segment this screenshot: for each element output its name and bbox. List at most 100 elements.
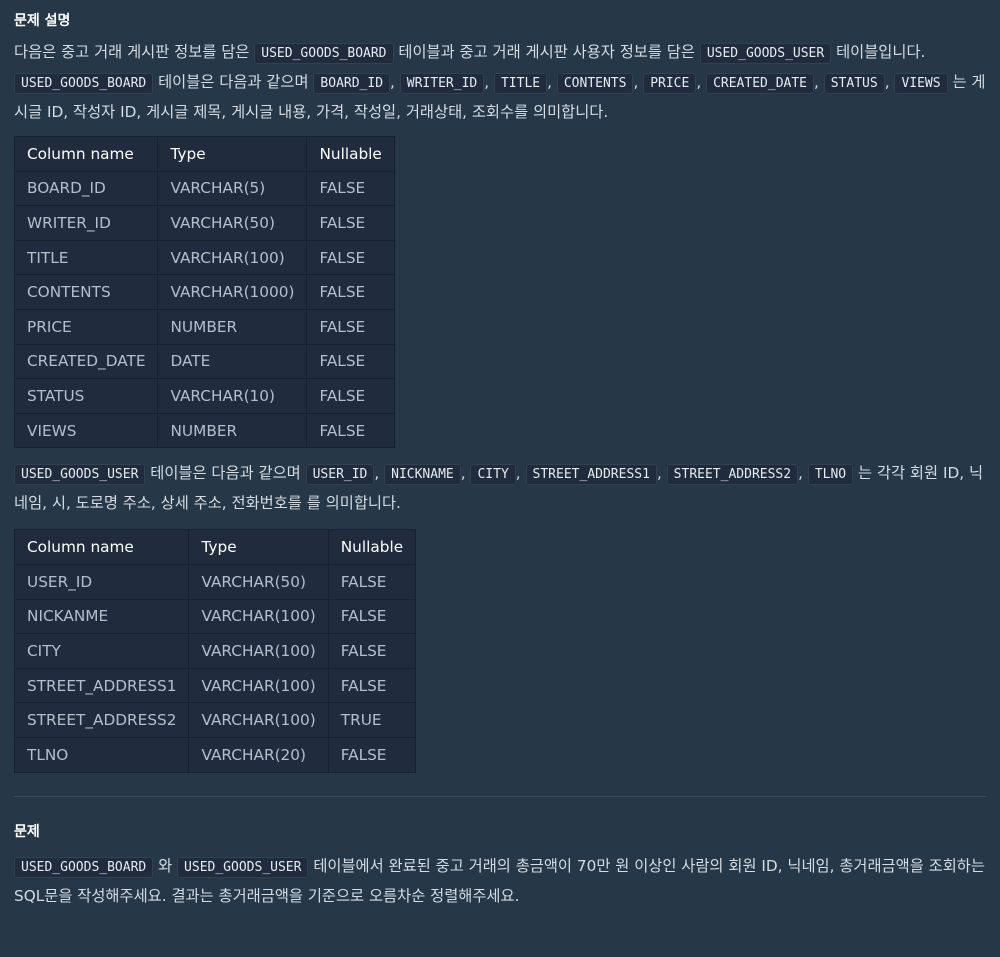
table-cell: BOARD_ID	[13, 170, 159, 207]
problem-paragraph: USED_GOODS_BOARD 와 USED_GOODS_USER 테이블에서…	[14, 852, 986, 911]
table-cell: USER_ID	[13, 563, 190, 600]
separator: ,	[814, 73, 824, 91]
intro-text: 테이블과 중고 거래 게시판 사용자 정보를 담은	[393, 43, 700, 61]
table-cell: CITY	[13, 633, 190, 669]
intro-text: 다음은 중고 거래 게시판 정보를 담은	[14, 43, 255, 61]
user-desc-text: 테이블은 다음과 같으며	[145, 464, 306, 483]
table-cell: TRUE	[327, 702, 417, 738]
table-row: TLNO VARCHAR(20) FALSE	[13, 736, 417, 773]
table-cell: VIEWS	[13, 412, 159, 449]
code-status: STATUS	[823, 73, 885, 94]
code-city: CITY	[470, 464, 516, 486]
intro-text: 테이블입니다.	[831, 43, 926, 61]
column-header: Column name	[13, 529, 190, 565]
table-cell: FALSE	[327, 736, 417, 773]
table-cell: STREET_ADDRESS2	[13, 702, 190, 738]
column-header: Nullable	[327, 529, 417, 565]
code-board-id: BOARD_ID	[313, 73, 391, 94]
problem-page: 문제 설명 다음은 중고 거래 게시판 정보를 담은 USED_GOODS_BO…	[0, 11, 1000, 911]
table-row: VIEWS NUMBER FALSE	[13, 412, 395, 449]
table-cell: FALSE	[306, 205, 395, 241]
table-cell: NUMBER	[157, 412, 308, 449]
table-cell: VARCHAR(5)	[157, 170, 308, 207]
table-row: USER_ID VARCHAR(50) FALSE	[13, 563, 417, 600]
table-cell: CREATED_DATE	[13, 343, 159, 380]
table-row: NICKANME VARCHAR(100) FALSE	[13, 598, 417, 635]
code-street-address2: STREET_ADDRESS2	[666, 464, 799, 486]
section-divider	[14, 795, 986, 797]
table-row: STREET_ADDRESS2 VARCHAR(100) TRUE	[13, 702, 417, 738]
problem-heading: 문제	[14, 823, 40, 840]
intro-paragraph: 다음은 중고 거래 게시판 정보를 담은 USED_GOODS_BOARD 테이…	[14, 38, 986, 127]
table-cell: TLNO	[13, 736, 190, 773]
table-cell: CONTENTS	[13, 274, 159, 310]
separator: ,	[633, 73, 644, 91]
code-tlno: TLNO	[807, 464, 854, 486]
problem-text: 와	[153, 856, 178, 875]
table-cell: FALSE	[306, 343, 395, 380]
table-cell: FALSE	[306, 308, 395, 345]
table-cell: VARCHAR(20)	[188, 736, 329, 773]
table-cell: NUMBER	[157, 308, 308, 345]
code-used-goods-user: USED_GOODS_USER	[699, 43, 832, 64]
user-schema-table: Column name Type Nullable USER_ID VARCHAR…	[13, 529, 417, 773]
separator: ,	[798, 464, 808, 483]
table-cell: FALSE	[327, 667, 417, 704]
table-row: CREATED_DATE DATE FALSE	[13, 343, 395, 380]
separator: ,	[374, 464, 385, 483]
table-cell: FALSE	[306, 274, 395, 310]
table-row: CONTENTS VARCHAR(1000) FALSE	[13, 274, 395, 310]
column-header: Nullable	[306, 136, 395, 172]
table-row: STREET_ADDRESS1 VARCHAR(100) FALSE	[13, 667, 417, 704]
code-title: TITLE	[493, 73, 548, 94]
code-used-goods-user: USED_GOODS_USER	[177, 856, 309, 878]
code-writer-id: WRITER_ID	[399, 73, 485, 94]
table-header-row: Column name Type Nullable	[13, 136, 395, 172]
table-cell: FALSE	[306, 378, 395, 414]
code-used-goods-board: USED_GOODS_BOARD	[254, 43, 394, 64]
code-street-address1: STREET_ADDRESS1	[525, 464, 657, 486]
table-cell: VARCHAR(100)	[188, 702, 329, 738]
table-cell: FALSE	[327, 563, 417, 600]
table-row: PRICE NUMBER FALSE	[13, 308, 395, 345]
table-row: CITY VARCHAR(100) FALSE	[13, 633, 417, 669]
table-cell: TITLE	[13, 239, 159, 276]
column-header: Type	[157, 136, 308, 172]
code-price: PRICE	[643, 73, 697, 94]
table-cell: STREET_ADDRESS1	[13, 667, 190, 704]
code-nickname: NICKNAME	[384, 464, 461, 486]
table-cell: VARCHAR(100)	[188, 633, 329, 669]
code-used-goods-board: USED_GOODS_BOARD	[14, 856, 154, 878]
table-row: BOARD_ID VARCHAR(5) FALSE	[13, 170, 395, 207]
table-cell: VARCHAR(50)	[188, 563, 329, 600]
table-row: STATUS VARCHAR(10) FALSE	[13, 378, 395, 414]
table-cell: STATUS	[13, 378, 159, 414]
table-cell: VARCHAR(100)	[188, 598, 329, 635]
table-cell: WRITER_ID	[13, 205, 159, 241]
separator: ,	[547, 73, 557, 91]
board-schema-table: Column name Type Nullable BOARD_ID VARCHA…	[13, 136, 395, 449]
separator: ,	[656, 464, 667, 483]
code-used-goods-board: USED_GOODS_BOARD	[14, 73, 154, 94]
table-cell: FALSE	[327, 598, 417, 635]
table-cell: VARCHAR(100)	[188, 667, 329, 704]
board-desc-text: 테이블은 다음과 같으며	[153, 73, 314, 91]
table-cell: VARCHAR(100)	[157, 239, 308, 276]
code-contents: CONTENTS	[556, 73, 634, 94]
table-cell: FALSE	[306, 239, 395, 276]
column-header: Column name	[13, 136, 159, 172]
table-cell: VARCHAR(1000)	[157, 274, 308, 310]
table-header-row: Column name Type Nullable	[13, 529, 417, 565]
code-views: VIEWS	[894, 73, 948, 94]
table-cell: FALSE	[327, 633, 417, 669]
table-cell: VARCHAR(50)	[157, 205, 308, 241]
table-cell: FALSE	[306, 170, 395, 207]
code-user-id: USER_ID	[305, 464, 375, 486]
separator: ,	[696, 73, 707, 91]
table-row: WRITER_ID VARCHAR(50) FALSE	[13, 205, 395, 241]
separator: ,	[515, 464, 526, 483]
code-used-goods-user: USED_GOODS_USER	[14, 464, 146, 486]
table-cell: DATE	[157, 343, 308, 380]
table-row: TITLE VARCHAR(100) FALSE	[13, 239, 395, 276]
column-header: Type	[188, 529, 329, 565]
